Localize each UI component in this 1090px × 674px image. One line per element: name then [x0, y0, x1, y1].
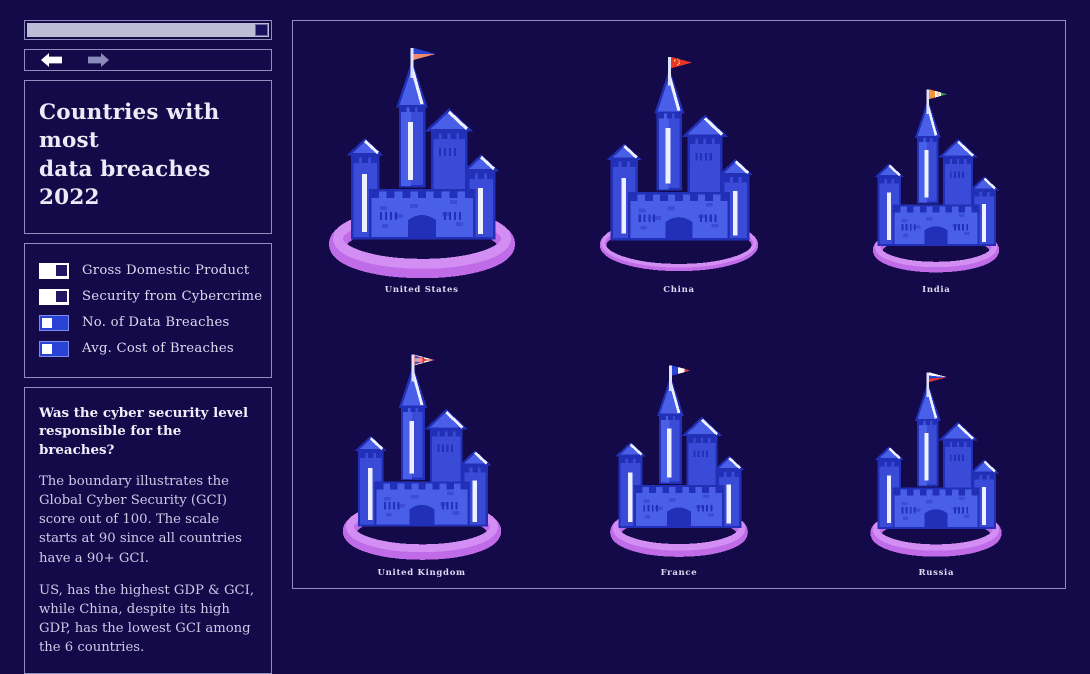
legend-label: Avg. Cost of Breaches [82, 341, 234, 356]
castle-stage [293, 305, 550, 563]
country-cell[interactable]: United Kingdom [293, 305, 550, 589]
dashboard-root: Countries with mostdata breaches 2022 Gr… [0, 0, 1090, 609]
legend-label: Gross Domestic Product [82, 263, 249, 278]
toggle-knob [56, 265, 67, 276]
country-label: United Kingdom [378, 568, 466, 578]
country-label: Russia [918, 568, 954, 578]
country-label: France [661, 568, 698, 578]
notes-paragraph-1: The boundary illustrates the Global Cybe… [39, 472, 257, 568]
notes-heading: Was the cyber security level responsible… [39, 404, 257, 460]
legend-item-gross-domestic-product[interactable]: Gross Domestic Product [25, 258, 271, 284]
country-label: United States [385, 285, 459, 295]
notes-paragraph-2: US, has the highest GDP & GCI, while Chi… [39, 581, 257, 658]
country-label: India [922, 285, 950, 295]
castle-icon[interactable] [332, 351, 512, 563]
country-label: China [663, 285, 694, 295]
legend-item-no-of-data-breaches[interactable]: No. of Data Breaches [25, 310, 271, 336]
castle-icon[interactable] [594, 362, 764, 562]
castle-stage [808, 305, 1065, 563]
toggle-gross-domestic-product[interactable] [39, 263, 69, 279]
castle-stage [293, 21, 550, 279]
toggle-no-of-data-breaches[interactable] [39, 315, 69, 331]
castle-stage [550, 21, 807, 279]
toggle-knob [42, 318, 52, 328]
legend-item-avg-cost-of-breaches[interactable]: Avg. Cost of Breaches [25, 336, 271, 362]
scrollbar-track[interactable] [27, 23, 269, 37]
notes-panel: Was the cyber security level responsible… [24, 387, 272, 674]
castle-icon[interactable] [322, 44, 522, 279]
castle-icon[interactable] [854, 86, 1018, 279]
country-cell[interactable]: India [808, 21, 1065, 305]
sidebar: Countries with mostdata breaches 2022 Gr… [24, 20, 272, 589]
country-cell[interactable]: Russia [808, 305, 1065, 589]
scrollbar-handle[interactable] [255, 24, 268, 36]
forward-arrow-icon[interactable] [85, 50, 111, 70]
castle-icon[interactable] [854, 369, 1018, 562]
country-cell[interactable]: China [550, 21, 807, 305]
toggle-security-from-cybercrime[interactable] [39, 289, 69, 305]
page-title: Countries with mostdata breaches 2022 [24, 80, 272, 234]
timeline-scrollbar[interactable] [24, 20, 272, 40]
toggle-knob [56, 291, 67, 302]
legend-label: No. of Data Breaches [82, 315, 230, 330]
legend-label: Security from Cybercrime [82, 289, 262, 304]
legend: Gross Domestic Product Security from Cyb… [24, 243, 272, 378]
castle-stage [808, 21, 1065, 279]
castle-stage [550, 305, 807, 563]
navigation-bar [24, 49, 272, 71]
legend-item-security-from-cybercrime[interactable]: Security from Cybercrime [25, 284, 271, 310]
castle-chart-panel: United States [292, 20, 1066, 589]
castle-icon[interactable] [583, 53, 775, 279]
back-arrow-icon[interactable] [39, 50, 65, 70]
country-cell[interactable]: United States [293, 21, 550, 305]
page-title-line-2: data breaches 2022 [39, 157, 210, 210]
toggle-avg-cost-of-breaches[interactable] [39, 341, 69, 357]
toggle-knob [42, 344, 52, 354]
page-title-line-1: Countries with most [39, 100, 219, 153]
country-cell[interactable]: France [550, 305, 807, 589]
